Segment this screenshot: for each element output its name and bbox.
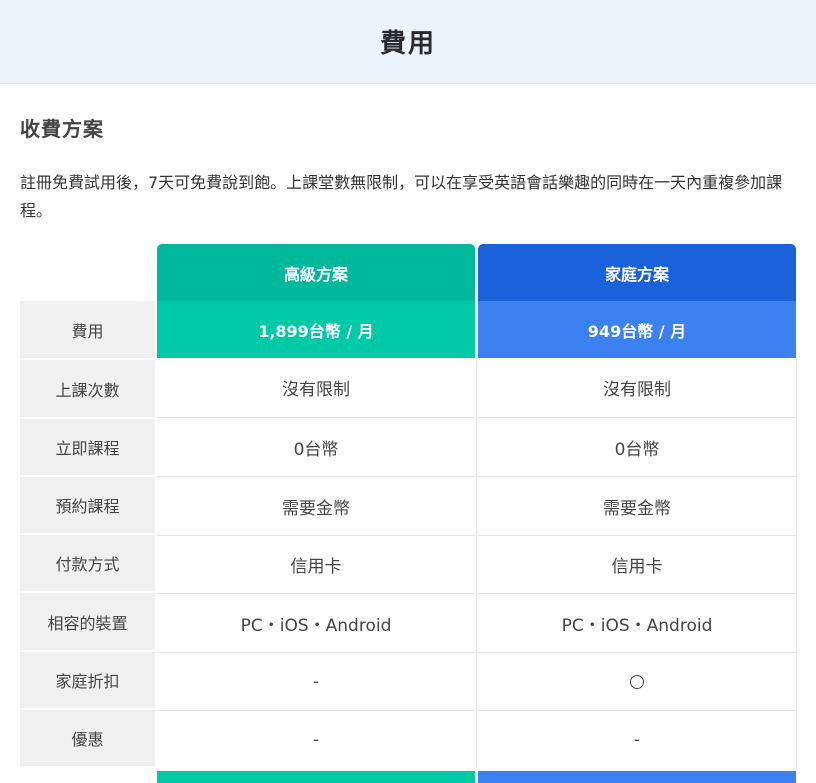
- table-cell: -: [157, 711, 475, 769]
- row-label-text: 立即課程: [55, 439, 120, 458]
- table-cell: 0台幣: [478, 418, 796, 477]
- table-cell: 信用卡: [157, 536, 475, 594]
- column-divider: [796, 358, 797, 768]
- row-label-instant-lesson: 立即課程: [20, 419, 155, 475]
- row-label-text: 上課次數: [55, 380, 120, 400]
- plan-footer-premium: [157, 771, 475, 783]
- cell-text: 需要金幣: [603, 498, 671, 519]
- plan-price-text: 1,899台幣 / 月: [258, 321, 374, 341]
- row-label-reserved-lesson: 預約課程: [20, 477, 155, 533]
- page-title: 費用: [379, 29, 436, 59]
- row-label-text: 付款方式: [55, 555, 120, 574]
- table-cell: -: [157, 653, 475, 711]
- row-label-text: 費用: [71, 321, 104, 341]
- plan-header-premium: 高級方案: [157, 244, 475, 301]
- table-cell: PC・iOS・Android: [157, 594, 475, 653]
- column-divider: [476, 358, 477, 768]
- row-label-lesson-count: 上課次數: [20, 360, 155, 417]
- row-label-price: 費用: [20, 301, 155, 358]
- circle-icon: [630, 674, 644, 689]
- table-cell: 信用卡: [478, 536, 796, 594]
- table-cell: 沒有限制: [478, 358, 796, 418]
- table-cell: 需要金幣: [478, 477, 796, 536]
- table-cell: 需要金幣: [157, 477, 475, 536]
- cell-text: 沒有限制: [603, 380, 671, 400]
- cell-text: -: [633, 730, 641, 750]
- plan-name: 家庭方案: [604, 264, 669, 284]
- table-cell: [478, 653, 796, 711]
- table-cell: 沒有限制: [157, 358, 475, 418]
- row-label-text: 預約課程: [55, 497, 120, 516]
- table-cell: -: [478, 711, 796, 769]
- row-label-text: 優惠: [71, 730, 104, 749]
- section-title: 收費方案: [20, 117, 104, 141]
- plan-price-premium: 1,899台幣 / 月: [157, 301, 475, 358]
- row-label-compatible-devices: 相容的裝置: [20, 593, 155, 650]
- page-header: 費用: [0, 0, 816, 84]
- table-cell: 0台幣: [157, 418, 475, 477]
- cell-text: -: [312, 671, 320, 692]
- cell-text: 0台幣: [293, 439, 339, 460]
- cell-text: 沒有限制: [282, 380, 350, 400]
- row-label-text: 相容的裝置: [47, 613, 128, 633]
- plan-footer-family: [478, 771, 796, 783]
- row-label-offers: 優惠: [20, 710, 155, 766]
- plan-name: 高級方案: [283, 264, 348, 284]
- cell-text: PC・iOS・Android: [561, 615, 713, 636]
- row-label-family-discount: 家庭折扣: [20, 652, 155, 708]
- cell-text: 信用卡: [611, 557, 663, 577]
- section-description: 註冊免費試用後，7天可免費說到飽。上課堂數無限制，可以在享受英語會話樂趣的同時在…: [20, 173, 783, 220]
- cell-text: 需要金幣: [282, 498, 350, 519]
- table-cell: PC・iOS・Android: [478, 594, 796, 653]
- cell-text: -: [312, 730, 320, 750]
- plan-price-text: 949台幣 / 月: [587, 321, 687, 341]
- cell-text: 信用卡: [290, 557, 342, 577]
- row-label-text: 家庭折扣: [55, 672, 120, 691]
- cell-text: PC・iOS・Android: [240, 615, 392, 636]
- plan-price-family: 949台幣 / 月: [478, 301, 796, 358]
- plan-header-family: 家庭方案: [478, 244, 796, 301]
- cell-text: 0台幣: [614, 439, 660, 460]
- row-label-payment-method: 付款方式: [20, 535, 155, 591]
